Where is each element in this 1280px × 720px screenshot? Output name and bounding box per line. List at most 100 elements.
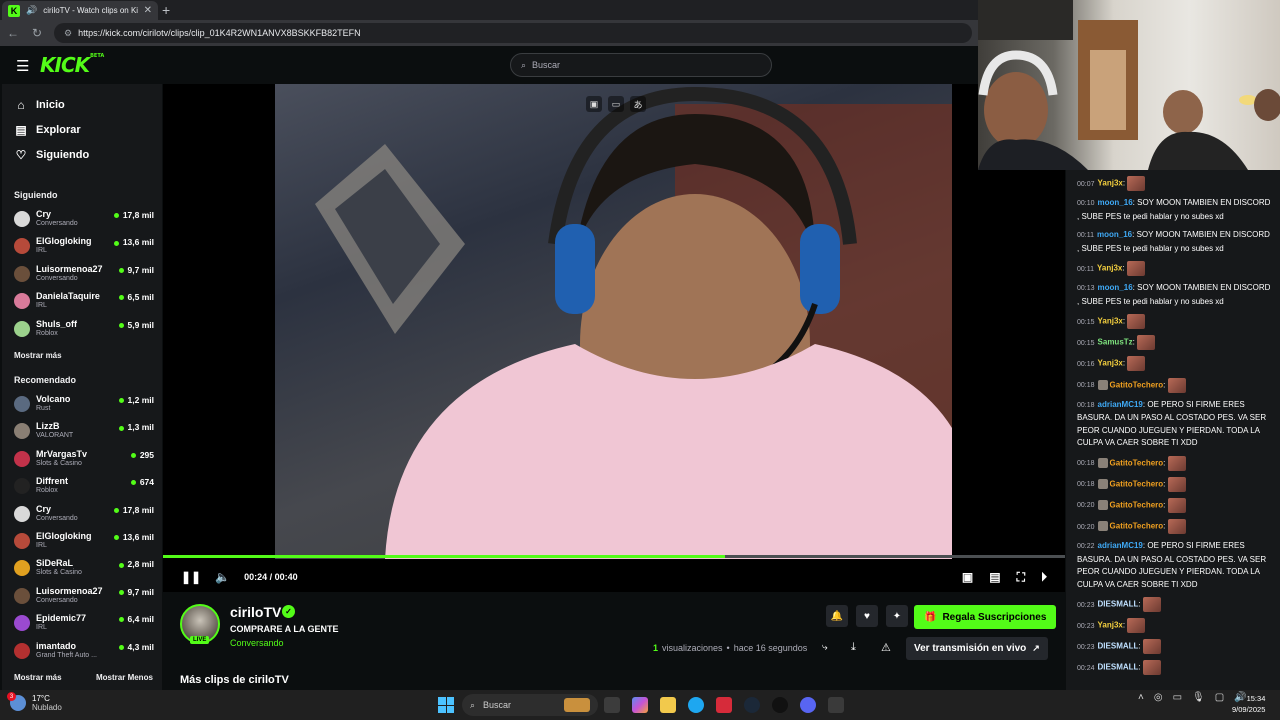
chat-username[interactable]: adrianMC19 — [1098, 541, 1143, 550]
pause-icon[interactable]: ❚❚ — [181, 570, 201, 584]
sidebar-channel[interactable]: Cry Conversando 17,8 mil — [14, 208, 154, 232]
sidebar-channel[interactable]: ElGlogloking IRL 13,6 mil — [14, 235, 154, 259]
sidebar-channel[interactable]: ElGlogloking IRL 13,6 mil — [14, 530, 154, 554]
chat-username[interactable]: GatitoTechero — [1110, 458, 1164, 467]
volume-icon[interactable]: 🔈 — [215, 570, 230, 584]
calculator-icon[interactable] — [828, 697, 844, 713]
channel-avatar-icon — [14, 293, 30, 310]
url-field[interactable]: ⚙ https://kick.com/cirilotv/clips/clip_0… — [54, 23, 972, 43]
theater-icon[interactable]: ▭ — [608, 96, 624, 112]
sparkle-icon[interactable]: ✦ — [886, 605, 908, 627]
chat-username[interactable]: Yanj3x — [1098, 179, 1123, 188]
menu-icon[interactable]: ☰ — [16, 57, 29, 75]
site-info-icon[interactable]: ⚙ — [64, 28, 72, 39]
chat-username[interactable]: Yanj3x — [1098, 621, 1123, 630]
app-red-icon[interactable] — [716, 697, 732, 713]
sidebar-channel[interactable]: Luisormenoa27 Conversando 9,7 mil — [14, 585, 154, 609]
speed-icon[interactable]: ⏵ — [1041, 570, 1047, 585]
sidebar-channel[interactable]: Luisormenoa27 Conversando 9,7 mil — [14, 263, 154, 287]
chat-username[interactable]: moon_16 — [1098, 283, 1133, 292]
weather-widget[interactable]: 3 17°C Nublado — [7, 692, 62, 712]
chat-username[interactable]: adrianMC19 — [1098, 400, 1143, 409]
chat-username[interactable]: GatitoTechero — [1110, 479, 1164, 488]
tray-app-icon[interactable]: ◎ — [1154, 692, 1163, 703]
translate-icon[interactable]: あ — [630, 96, 646, 112]
sidebar-channel[interactable]: MrVargasTv Slots & Casino 295 — [14, 448, 154, 472]
sidebar-channel[interactable]: LizzB VALORANT 1,3 mil — [14, 420, 154, 444]
chat-emote-icon — [1167, 518, 1186, 534]
sidebar-channel[interactable]: DanielaTaquire IRL 6,5 mil — [14, 290, 154, 314]
chevron-up-icon[interactable]: ˄ — [1138, 692, 1144, 703]
sidebar-channel[interactable]: Epidemic77 IRL 6,4 mil — [14, 612, 154, 636]
chat-username[interactable]: moon_16 — [1097, 230, 1132, 239]
chat-username[interactable]: SamusTz — [1098, 338, 1133, 347]
network-icon[interactable]: ▭ — [1173, 692, 1182, 703]
nav-inicio[interactable]: ⌂ Inicio — [14, 98, 64, 112]
edge-icon[interactable] — [688, 697, 704, 713]
sidebar-channel[interactable]: Shuls_off Roblox 5,9 mil — [14, 318, 154, 342]
chat-timestamp: 00:10 — [1077, 200, 1095, 208]
channel-category: Slots & Casino — [36, 459, 82, 467]
video-frame[interactable] — [275, 84, 952, 559]
copilot-icon[interactable] — [632, 697, 648, 713]
back-icon[interactable]: ← — [6, 26, 20, 40]
chat-username[interactable]: moon_16 — [1098, 198, 1133, 207]
mini-player-icon[interactable]: ▣ — [962, 570, 973, 584]
chat-timestamp: 00:15 — [1077, 339, 1095, 347]
speaker-icon[interactable]: 🔊 — [26, 5, 37, 16]
reload-icon[interactable]: ↻ — [30, 26, 44, 40]
sidebar-channel[interactable]: SiDeRaL Slots & Casino 2,8 mil — [14, 557, 154, 581]
taskbar-search[interactable]: ⌕ Buscar — [462, 694, 598, 716]
channel-name: Luisormenoa27 — [36, 585, 103, 596]
chat-username[interactable]: DIESMALL — [1098, 663, 1139, 672]
chat-username[interactable]: Yanj3x — [1097, 264, 1122, 273]
show-more-following[interactable]: Mostrar más — [14, 351, 62, 360]
mic-icon[interactable]: 🎙 — [1192, 692, 1205, 703]
kick-logo[interactable]: KICKBETA — [40, 53, 104, 77]
task-view-icon[interactable] — [604, 697, 620, 713]
download-icon[interactable]: ⤓ — [851, 641, 856, 654]
report-icon[interactable]: ⚠ — [881, 641, 891, 654]
chat-username[interactable]: GatitoTechero — [1110, 500, 1164, 509]
viewer-count: 1,3 mil — [119, 422, 154, 432]
display-icon[interactable]: ▢ — [1215, 692, 1224, 703]
browser-tab[interactable]: K 🔊 ciriloTV - Watch clips on Kick ✕ — [2, 1, 158, 20]
close-tab-icon[interactable]: ✕ — [144, 5, 152, 16]
tab-title: ciriloTV - Watch clips on Kick — [43, 6, 138, 15]
nav-explorar[interactable]: ▤ Explorar — [14, 123, 80, 137]
new-tab-icon[interactable]: + — [162, 2, 170, 18]
file-explorer-icon[interactable] — [660, 697, 676, 713]
theater-mode-icon[interactable]: ▤ — [989, 570, 1000, 584]
clock[interactable]: 15:34 9/09/2025 — [1232, 693, 1265, 715]
sidebar-channel[interactable]: Cry Conversando 17,8 mil — [14, 503, 154, 527]
search-input[interactable]: ⌕ Buscar — [510, 53, 772, 77]
sidebar-channel[interactable]: Volcano Rust 1,2 mil — [14, 393, 154, 417]
chat-username[interactable]: DIESMALL — [1098, 600, 1139, 609]
nav-siguiendo[interactable]: ♡ Siguiendo — [14, 148, 90, 162]
sidebar-channel[interactable]: Diffrent Roblox 674 — [14, 475, 154, 499]
fullscreen-icon[interactable]: ⛶ — [1017, 570, 1025, 585]
chat-username[interactable]: Yanj3x — [1098, 317, 1123, 326]
show-more-recommended[interactable]: Mostrar más — [14, 673, 62, 682]
chat-username[interactable]: DIESMALL — [1098, 642, 1139, 651]
clip-category[interactable]: Conversando — [230, 638, 284, 648]
discord-icon[interactable] — [800, 697, 816, 713]
notification-bell-icon[interactable]: 🔔 — [826, 605, 848, 627]
obs-icon[interactable] — [772, 697, 788, 713]
chat-timestamp: 00:18 — [1077, 382, 1095, 390]
chat-username[interactable]: GatitoTechero — [1110, 380, 1164, 389]
show-less-button[interactable]: Mostrar Menos — [96, 673, 153, 682]
sidebar-channel[interactable]: imantado Grand Theft Auto ... 4,3 mil — [14, 640, 154, 664]
chat-username[interactable]: GatitoTechero — [1110, 522, 1164, 531]
follow-heart-icon[interactable]: ♥ — [856, 605, 878, 627]
watch-live-button[interactable]: Ver transmisión en vivo ↗ — [906, 637, 1048, 660]
pip-icon[interactable]: ▣ — [586, 96, 602, 112]
share-icon[interactable]: ⤷ — [822, 642, 828, 653]
gift-subs-button[interactable]: 🎁 Regala Suscripciones — [914, 605, 1057, 629]
temperature: 17°C — [32, 694, 50, 703]
steam-icon[interactable] — [744, 697, 760, 713]
chat-username[interactable]: Yanj3x — [1098, 359, 1123, 368]
channel-name[interactable]: ciriloTV — [230, 604, 281, 620]
windows-start-icon[interactable] — [438, 697, 454, 713]
channel-name: Diffrent — [36, 476, 68, 487]
